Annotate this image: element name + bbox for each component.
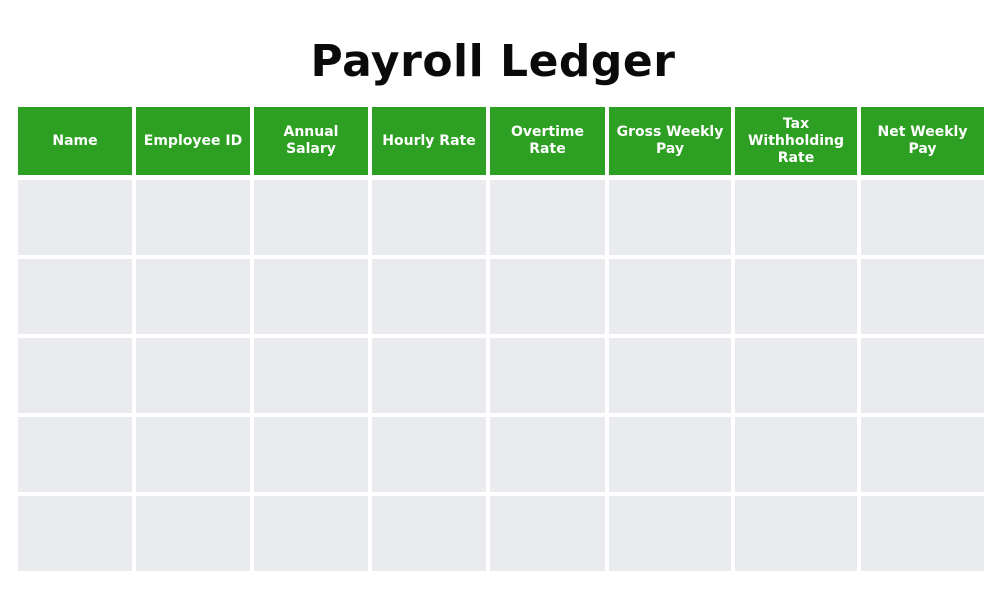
table-cell[interactable] — [18, 338, 132, 413]
table-cell[interactable] — [254, 338, 368, 413]
table-cell[interactable] — [490, 338, 605, 413]
table-cell[interactable] — [735, 417, 857, 492]
table-cell[interactable] — [609, 259, 731, 334]
table-cell[interactable] — [136, 338, 250, 413]
table-cell[interactable] — [609, 180, 731, 255]
table-cell[interactable] — [735, 338, 857, 413]
table-cell[interactable] — [861, 180, 984, 255]
table-cell[interactable] — [136, 259, 250, 334]
table-cell[interactable] — [18, 259, 132, 334]
column-header: Employee ID — [136, 107, 250, 175]
table-cell[interactable] — [861, 496, 984, 571]
table-cell[interactable] — [136, 180, 250, 255]
table-cell[interactable] — [254, 259, 368, 334]
table-cell[interactable] — [861, 338, 984, 413]
table-cell[interactable] — [254, 180, 368, 255]
table-cell[interactable] — [735, 496, 857, 571]
column-header: Net Weekly Pay — [861, 107, 984, 175]
table-cell[interactable] — [490, 259, 605, 334]
table-cell[interactable] — [372, 259, 486, 334]
table-cell[interactable] — [18, 496, 132, 571]
table-cell[interactable] — [372, 496, 486, 571]
column-header: Tax Withholding Rate — [735, 107, 857, 175]
table-cell[interactable] — [609, 496, 731, 571]
table-cell[interactable] — [136, 496, 250, 571]
table-cell[interactable] — [254, 417, 368, 492]
column-header: Name — [18, 107, 132, 175]
table-cell[interactable] — [609, 338, 731, 413]
table-cell[interactable] — [372, 338, 486, 413]
table-cell[interactable] — [18, 417, 132, 492]
column-header: Hourly Rate — [372, 107, 486, 175]
table-cell[interactable] — [18, 180, 132, 255]
column-header: Overtime Rate — [490, 107, 605, 175]
table-cell[interactable] — [609, 417, 731, 492]
column-header: Annual Salary — [254, 107, 368, 175]
table-cell[interactable] — [372, 417, 486, 492]
table-cell[interactable] — [136, 417, 250, 492]
table-cell[interactable] — [490, 417, 605, 492]
table-cell[interactable] — [861, 417, 984, 492]
page-title: Payroll Ledger — [310, 36, 676, 87]
table-cell[interactable] — [372, 180, 486, 255]
table-cell[interactable] — [490, 180, 605, 255]
table-cell[interactable] — [861, 259, 984, 334]
table-cell[interactable] — [254, 496, 368, 571]
table-cell[interactable] — [735, 180, 857, 255]
column-header: Gross Weekly Pay — [609, 107, 731, 175]
table-cell[interactable] — [490, 496, 605, 571]
table-cell[interactable] — [735, 259, 857, 334]
